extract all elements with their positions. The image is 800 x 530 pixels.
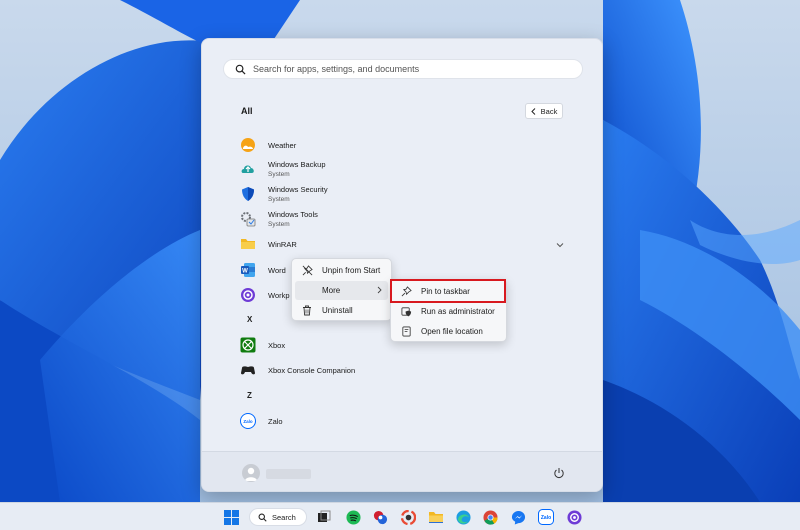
- app-name: Windows Backup: [268, 160, 326, 169]
- file-explorer-icon[interactable]: [428, 509, 444, 525]
- windows-logo-icon: [223, 509, 239, 525]
- weather-icon: [240, 137, 256, 153]
- app-item-windows-tools[interactable]: Windows Tools System: [240, 208, 560, 230]
- app-item-windows-backup[interactable]: Windows Backup System: [240, 158, 560, 180]
- power-icon: [554, 468, 564, 478]
- avatar[interactable]: [242, 464, 260, 482]
- app-item-winrar[interactable]: WinRAR: [240, 233, 560, 255]
- chevron-right-icon: [377, 286, 382, 294]
- zalo-taskbar-icon[interactable]: Zalo: [538, 509, 554, 525]
- start-button[interactable]: [223, 509, 239, 525]
- edge-icon[interactable]: [455, 509, 471, 525]
- workplace-taskbar-icon[interactable]: [566, 509, 582, 525]
- app-name: Word: [268, 265, 286, 275]
- app-item-xbox-console-companion[interactable]: Xbox Console Companion: [240, 359, 560, 381]
- zalo-icon-text: Zalo: [243, 419, 253, 424]
- menu-item-label: Unpin from Start: [322, 266, 381, 275]
- app-item-windows-security[interactable]: Windows Security System: [240, 183, 560, 205]
- search-icon: [258, 513, 267, 522]
- search-box[interactable]: [223, 59, 583, 79]
- menu-item-unpin-from-start[interactable]: Unpin from Start: [295, 261, 388, 280]
- menu-item-label: Uninstall: [322, 306, 353, 315]
- svg-text:W: W: [242, 269, 248, 275]
- task-view-icon[interactable]: [316, 509, 332, 525]
- back-button[interactable]: Back: [525, 103, 563, 119]
- word-icon: W: [240, 262, 256, 278]
- search-input[interactable]: [253, 64, 573, 74]
- start-menu: All Back Weather Windows Backup System W…: [201, 38, 603, 492]
- app-name: Xbox: [268, 340, 286, 350]
- taskbar: Search Zalo: [0, 502, 800, 530]
- app-category: System: [268, 221, 290, 228]
- messenger-icon[interactable]: [510, 509, 526, 525]
- workplace-icon: [240, 287, 256, 303]
- unpin-icon: [301, 265, 313, 277]
- power-button[interactable]: [551, 465, 567, 481]
- menu-item-open-file-location[interactable]: Open file location: [394, 322, 503, 341]
- taskbar-search-label: Search: [272, 512, 296, 522]
- app-name: Windows Security: [268, 185, 328, 194]
- letter-header-x[interactable]: X: [247, 315, 252, 324]
- folder-icon: [240, 236, 256, 252]
- app-name: Zalo: [268, 416, 283, 426]
- app-launcher-icon[interactable]: [372, 509, 388, 525]
- tools-gear-icon: [240, 211, 256, 227]
- menu-item-uninstall[interactable]: Uninstall: [295, 301, 388, 320]
- menu-item-more[interactable]: More: [295, 281, 388, 300]
- app-category: System: [268, 196, 290, 203]
- zalo-taskbar-label: Zalo: [541, 515, 551, 521]
- folder-open-icon: [400, 326, 412, 338]
- app-name: Workp: [268, 290, 290, 300]
- app-name: Windows Tools: [268, 210, 318, 219]
- app-name: WinRAR: [268, 239, 297, 249]
- letter-header-z[interactable]: Z: [247, 391, 252, 400]
- app-name: Weather: [268, 140, 297, 150]
- back-label: Back: [540, 106, 558, 116]
- taskbar-search[interactable]: Search: [249, 508, 307, 526]
- zalo-icon: Zalo: [240, 413, 256, 429]
- app-item-zalo[interactable]: Zalo Zalo: [240, 410, 560, 432]
- search-icon: [233, 62, 247, 76]
- menu-item-run-as-administrator[interactable]: Run as administrator: [394, 302, 503, 321]
- circle-app-icon[interactable]: [400, 509, 416, 525]
- xbox-icon: [240, 337, 256, 353]
- highlight-box: [390, 279, 506, 303]
- cloud-backup-icon: [240, 161, 256, 177]
- controller-icon: [240, 362, 256, 378]
- chrome-icon[interactable]: [482, 509, 498, 525]
- app-name: Xbox Console Companion: [268, 365, 356, 375]
- app-category: System: [268, 171, 290, 178]
- app-item-weather[interactable]: Weather: [240, 134, 560, 156]
- menu-item-label: Run as administrator: [421, 307, 495, 316]
- spotify-icon[interactable]: [345, 509, 361, 525]
- trash-icon: [301, 305, 313, 317]
- shield-icon: [240, 186, 256, 202]
- app-item-word[interactable]: W Word: [240, 259, 560, 281]
- menu-item-label: Open file location: [421, 327, 483, 336]
- section-title-all: All: [241, 106, 253, 116]
- menu-item-label: More: [322, 286, 341, 295]
- chevron-down-icon[interactable]: [556, 242, 564, 248]
- context-menu: Unpin from Start More Uninstall: [291, 258, 392, 321]
- user-icon: [245, 467, 257, 481]
- start-footer: [202, 451, 602, 491]
- chevron-left-icon: [530, 107, 536, 115]
- username-redacted[interactable]: [266, 469, 311, 479]
- shield-admin-icon: [400, 306, 412, 318]
